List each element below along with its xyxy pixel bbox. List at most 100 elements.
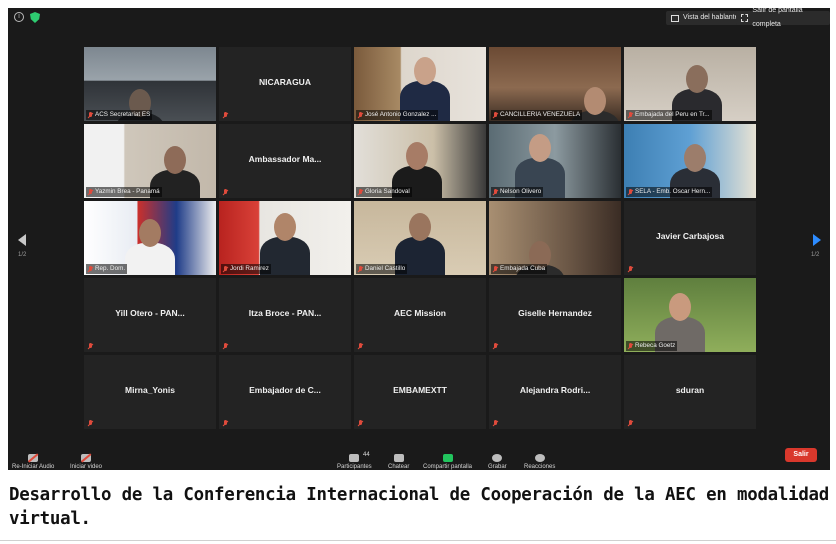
- participant-name: Nelson Olivero: [500, 188, 542, 195]
- participant-tile[interactable]: Jordi Ramirez: [219, 201, 351, 275]
- chat-label: Chatear: [388, 464, 410, 470]
- participant-tile[interactable]: NICARAGUA: [219, 47, 351, 121]
- participant-tile[interactable]: Yill Otero - PAN...: [84, 278, 216, 352]
- muted-microphone-icon: [222, 189, 228, 195]
- participant-tile[interactable]: Rep. Dom.: [84, 201, 216, 275]
- person-head: [686, 65, 708, 93]
- muted-microphone-icon: [222, 112, 228, 118]
- person-head: [529, 134, 551, 162]
- participant-tile[interactable]: Gloria Sandoval: [354, 124, 486, 198]
- participant-tile[interactable]: Mirna_Yonis: [84, 355, 216, 429]
- participant-tile[interactable]: Giselle Hernandez: [489, 278, 621, 352]
- microphone-off-icon: [28, 454, 39, 462]
- muted-microphone-icon: [87, 112, 93, 118]
- speaker-view-label: Vista del hablante: [683, 14, 739, 21]
- participant-name: Ambassador Ma...: [248, 154, 322, 164]
- participant-name-label: Jordi Ramirez: [221, 264, 271, 274]
- participant-tile[interactable]: CANCILLERIA VENEZUELA: [489, 47, 621, 121]
- muted-microphone-icon: [357, 189, 363, 195]
- participant-tile[interactable]: EMBAMEXTT: [354, 355, 486, 429]
- participant-tile[interactable]: Alejandra Rodri...: [489, 355, 621, 429]
- participant-name: SELA - Emb. Oscar Hern...: [635, 188, 711, 195]
- participant-tile[interactable]: Yazmin Brea - Panamá: [84, 124, 216, 198]
- person-head: [406, 142, 428, 170]
- participant-name-label: Embajada del Peru en Tr...: [626, 110, 712, 120]
- share-screen-icon: [442, 454, 453, 462]
- participants-icon: [349, 454, 360, 462]
- person-head: [274, 213, 296, 241]
- participant-name-label: ACS Secretariat ES: [86, 110, 153, 120]
- participant-tile[interactable]: AEC Mission: [354, 278, 486, 352]
- muted-microphone-icon: [492, 112, 498, 118]
- participant-tile[interactable]: SELA - Emb. Oscar Hern...: [624, 124, 756, 198]
- muted-microphone-icon: [627, 343, 633, 349]
- participant-name: Embajada Cuba: [500, 265, 546, 272]
- person-head: [139, 219, 161, 247]
- audio-label: Re-Iniciar Audio: [12, 464, 55, 470]
- video-button[interactable]: Iniciar video: [70, 454, 102, 470]
- person-head: [164, 146, 186, 174]
- participant-name-label: José Antonio Gonzalez ...: [356, 110, 439, 120]
- participant-tile[interactable]: Embajada del Peru en Tr...: [624, 47, 756, 121]
- participant-tile[interactable]: Javier Carbajosa: [624, 201, 756, 275]
- muted-microphone-icon: [492, 343, 498, 349]
- camera-off-icon: [81, 454, 91, 462]
- meeting-toolbar: Re-Iniciar Audio Iniciar video 44 Partic…: [8, 448, 830, 470]
- participant-name: AEC Mission: [394, 308, 446, 318]
- participant-tile[interactable]: Itza Broce - PAN...: [219, 278, 351, 352]
- participant-name-label: Embajada Cuba: [491, 264, 548, 274]
- participant-name-label: Nelson Olivero: [491, 187, 544, 197]
- next-page-arrow-icon[interactable]: [813, 234, 821, 246]
- participant-name-label: SELA - Emb. Oscar Hern...: [626, 187, 713, 197]
- participant-name: sduran: [675, 385, 705, 395]
- speaker-view-button[interactable]: Vista del hablante: [666, 11, 744, 25]
- zoom-meeting-window: i Vista del hablante Salir de pantalla c…: [8, 8, 830, 470]
- participant-tile[interactable]: Embajada Cuba: [489, 201, 621, 275]
- muted-microphone-icon: [87, 343, 93, 349]
- audio-button[interactable]: Re-Iniciar Audio: [12, 454, 54, 470]
- participant-tile[interactable]: José Antonio Gonzalez ...: [354, 47, 486, 121]
- person-body: [125, 243, 175, 275]
- participants-button[interactable]: 44 Participantes: [337, 452, 372, 470]
- shield-icon[interactable]: [30, 12, 40, 23]
- participant-tile[interactable]: Daniel Castillo: [354, 201, 486, 275]
- exit-fullscreen-button[interactable]: Salir de pantalla completa: [736, 8, 830, 28]
- person-head: [684, 144, 706, 172]
- page-indicator-right: 1/2: [811, 252, 820, 258]
- person-head: [409, 213, 431, 241]
- participant-name-label: CANCILLERIA VENEZUELA: [491, 110, 583, 120]
- info-icon[interactable]: i: [14, 12, 24, 22]
- participant-name: NICARAGUA: [259, 77, 311, 87]
- smiley-icon: [534, 454, 545, 462]
- participant-tile[interactable]: Embajador de C...: [219, 355, 351, 429]
- participants-label: Participantes: [337, 464, 372, 470]
- previous-page-arrow-icon[interactable]: [18, 234, 26, 246]
- record-button[interactable]: Grabar: [488, 454, 507, 470]
- participants-count: 44: [363, 452, 370, 458]
- participant-name: Giselle Hernandez: [518, 308, 592, 318]
- participant-tile[interactable]: sduran: [624, 355, 756, 429]
- video-label: Iniciar video: [70, 464, 103, 470]
- participant-tile[interactable]: Nelson Olivero: [489, 124, 621, 198]
- participant-name: José Antonio Gonzalez ...: [365, 111, 437, 118]
- muted-microphone-icon: [357, 343, 363, 349]
- participant-name-label: Rebeca Goetz: [626, 341, 678, 351]
- muted-microphone-icon: [357, 266, 363, 272]
- participant-name-label: Yazmin Brea - Panamá: [86, 187, 162, 197]
- participant-tile[interactable]: ACS Secretariat ES: [84, 47, 216, 121]
- muted-microphone-icon: [357, 112, 363, 118]
- participant-name: Embajador de C...: [249, 385, 321, 395]
- participant-name: Javier Carbajosa: [655, 231, 725, 241]
- fullscreen-exit-icon: [741, 14, 749, 22]
- chat-button[interactable]: Chatear: [388, 454, 409, 470]
- muted-microphone-icon: [492, 189, 498, 195]
- leave-meeting-button[interactable]: Salir: [785, 448, 817, 462]
- participant-tile[interactable]: Ambassador Ma...: [219, 124, 351, 198]
- reactions-button[interactable]: Reacciones: [524, 454, 555, 470]
- participant-name-label: Daniel Castillo: [356, 264, 408, 274]
- participant-name: Alejandra Rodri...: [519, 385, 591, 395]
- participant-tile[interactable]: Rebeca Goetz: [624, 278, 756, 352]
- muted-microphone-icon: [627, 420, 633, 426]
- muted-microphone-icon: [87, 189, 93, 195]
- share-screen-button[interactable]: Compartir pantalla: [423, 454, 472, 470]
